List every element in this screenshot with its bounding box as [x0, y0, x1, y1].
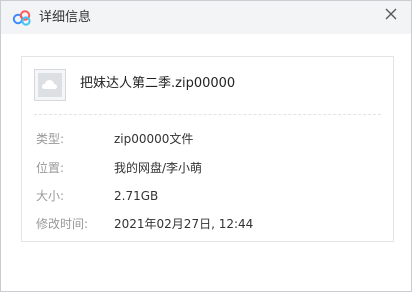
dialog-title: 详细信息 — [39, 10, 92, 25]
close-button[interactable] — [381, 4, 401, 24]
modified-label: 修改时间: — [36, 217, 89, 231]
modified-value: 2021年02月27日, 12:44 — [114, 217, 254, 231]
title-bar[interactable]: 详细信息 — [1, 1, 411, 34]
details-dialog: 详细信息 把妹达人第二季.zip00000 类型: zip00000文件 位置:… — [0, 0, 412, 292]
close-icon — [385, 8, 397, 20]
size-value: 2.71GB — [114, 189, 159, 203]
size-label: 大小: — [36, 189, 65, 203]
location-value: 我的网盘/李小萌 — [114, 161, 203, 175]
location-label: 位置: — [36, 161, 65, 175]
type-value: zip00000文件 — [114, 132, 194, 146]
baidu-netdisk-icon — [12, 10, 32, 26]
divider — [34, 114, 381, 115]
cloud-file-icon — [42, 80, 57, 89]
file-info-card: 把妹达人第二季.zip00000 类型: zip00000文件 位置: 我的网盘… — [21, 56, 394, 242]
file-thumbnail — [34, 69, 66, 101]
file-name: 把妹达人第二季.zip00000 — [80, 76, 236, 91]
type-label: 类型: — [36, 132, 65, 146]
